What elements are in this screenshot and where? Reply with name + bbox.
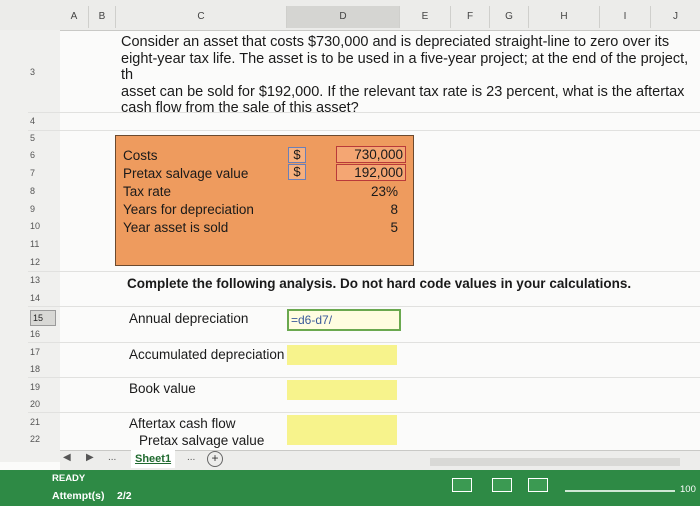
annual-depreciation-input[interactable]: =d6-d7/: [287, 309, 401, 331]
column-f-header[interactable]: F: [451, 6, 490, 28]
years-value[interactable]: 8: [336, 202, 398, 217]
year-sold-label: Year asset is sold: [123, 220, 229, 235]
salvage-currency[interactable]: $: [288, 164, 306, 180]
row-9-header[interactable]: 9: [30, 204, 58, 214]
horizontal-scrollbar[interactable]: [430, 458, 680, 466]
column-header-bar: A B C D E F G H I J: [0, 0, 700, 31]
tax-rate-label: Tax rate: [123, 184, 172, 199]
next-sheet-icon[interactable]: ▶: [86, 452, 94, 463]
row-18-header[interactable]: 18: [30, 364, 58, 374]
page-layout-view-icon[interactable]: [492, 478, 512, 492]
row-13-header[interactable]: 13: [30, 275, 58, 285]
sheet-tabs-overflow[interactable]: ...: [187, 452, 195, 463]
tax-rate-value[interactable]: 23%: [336, 184, 398, 199]
add-sheet-icon[interactable]: +: [207, 451, 223, 467]
row-4-header[interactable]: 4: [30, 116, 58, 126]
normal-view-icon[interactable]: [452, 478, 472, 492]
salvage-label: Pretax salvage value: [123, 166, 249, 181]
costs-value[interactable]: 730,000: [336, 146, 406, 163]
years-label: Years for depreciation: [123, 202, 254, 217]
pretax-salvage-analysis-label: Pretax salvage value: [139, 433, 265, 448]
row-11-header[interactable]: 11: [30, 239, 58, 249]
attempts-label: Attempt(s): [52, 490, 105, 502]
row-7-header[interactable]: 7: [30, 168, 58, 178]
row-gridline: [28, 412, 700, 413]
costs-currency[interactable]: $: [288, 147, 306, 163]
column-i-header[interactable]: I: [600, 6, 651, 28]
spreadsheet: A B C D E F G H I J 3 4 5 6 7 8 9 10 11 …: [0, 0, 700, 471]
input-block: Costs Pretax salvage value Tax rate Year…: [115, 135, 414, 266]
year-sold-value[interactable]: 5: [336, 220, 398, 235]
costs-label: Costs: [123, 148, 158, 163]
row-5-header[interactable]: 5: [30, 133, 58, 143]
salvage-value[interactable]: 192,000: [336, 164, 406, 181]
formula-text: =d6-d7/: [291, 313, 333, 327]
column-h-header[interactable]: H: [529, 6, 600, 28]
row-3-header[interactable]: 3: [30, 67, 58, 77]
row-8-header[interactable]: 8: [30, 186, 58, 196]
column-d-header[interactable]: D: [287, 6, 400, 28]
row-21-header[interactable]: 21: [30, 417, 58, 427]
column-j-header[interactable]: J: [651, 6, 700, 28]
column-g-header[interactable]: G: [490, 6, 529, 28]
row-gridline: [28, 342, 700, 343]
row-19-header[interactable]: 19: [30, 382, 58, 392]
column-b-header[interactable]: B: [89, 6, 116, 28]
accumulated-depreciation-label: Accumulated depreciation: [129, 347, 285, 362]
row-15-header[interactable]: 15: [30, 310, 56, 326]
row-16-header[interactable]: 16: [30, 329, 58, 339]
book-value-label: Book value: [129, 381, 196, 396]
sheet-tab-sheet1[interactable]: Sheet1: [131, 450, 176, 468]
question-text: Consider an asset that costs $730,000 an…: [121, 34, 689, 116]
annual-depreciation-label: Annual depreciation: [129, 311, 249, 326]
row-20-header[interactable]: 20: [30, 399, 58, 409]
attempts-value: 2/2: [117, 490, 132, 502]
pretax-salvage-analysis-input[interactable]: [287, 431, 397, 445]
column-a-header[interactable]: A: [60, 6, 89, 28]
row-17-header[interactable]: 17: [30, 347, 58, 357]
row-14-header[interactable]: 14: [30, 293, 58, 303]
row-gridline: [28, 130, 700, 131]
zoom-slider[interactable]: [565, 490, 675, 492]
book-value-input[interactable]: [287, 380, 397, 400]
row-gridline: [28, 377, 700, 378]
row-gridline: [28, 271, 700, 272]
ready-status: READY: [52, 473, 86, 484]
row-10-header[interactable]: 10: [30, 221, 58, 231]
zoom-level: 100: [680, 484, 696, 495]
aftertax-cash-flow-label: Aftertax cash flow: [129, 416, 236, 431]
row-22-header[interactable]: 22: [30, 434, 58, 444]
sheet-tabs-more[interactable]: ...: [108, 452, 116, 463]
column-c-header[interactable]: C: [116, 6, 287, 28]
page-break-view-icon[interactable]: [528, 478, 548, 492]
status-bar: [0, 470, 700, 506]
row-12-header[interactable]: 12: [30, 257, 58, 267]
column-e-header[interactable]: E: [400, 6, 451, 28]
accumulated-depreciation-input[interactable]: [287, 345, 397, 365]
row-6-header[interactable]: 6: [30, 150, 58, 160]
row-gridline: [28, 306, 700, 307]
instruction-text: Complete the following analysis. Do not …: [127, 276, 632, 291]
prev-sheet-icon[interactable]: ◀: [63, 452, 71, 463]
